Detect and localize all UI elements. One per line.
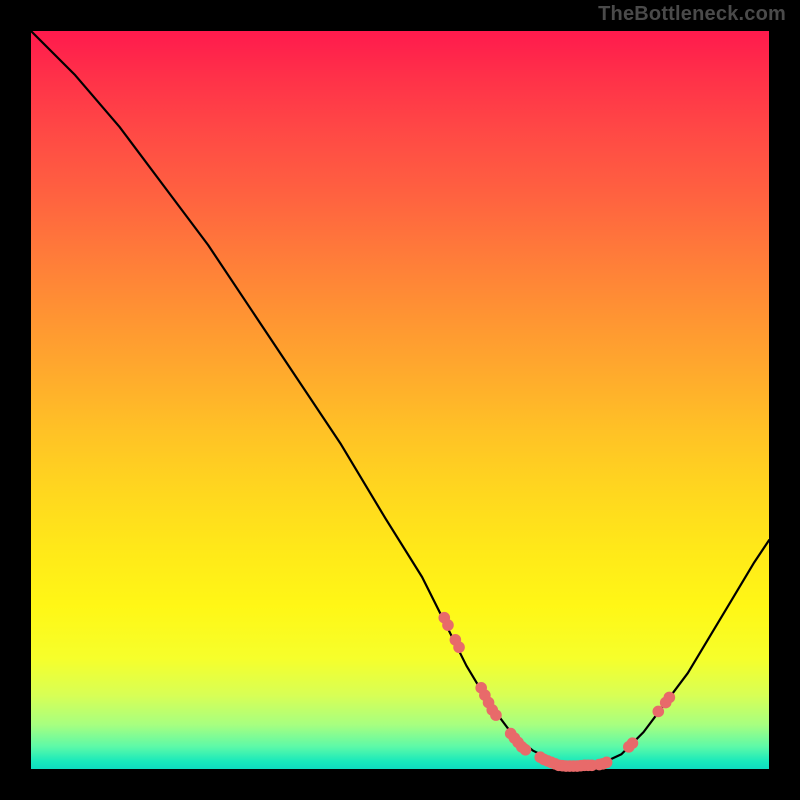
highlight-points	[438, 612, 675, 772]
highlight-point	[442, 619, 454, 631]
highlight-point	[490, 709, 502, 721]
plot-area	[31, 31, 769, 769]
highlight-point	[520, 744, 532, 756]
highlight-point	[664, 692, 676, 704]
highlight-point	[601, 757, 613, 769]
chart-canvas: TheBottleneck.com	[0, 0, 800, 800]
curve-overlay	[31, 31, 769, 769]
watermark-text: TheBottleneck.com	[598, 3, 786, 26]
highlight-point	[653, 706, 665, 718]
bottleneck-curve	[31, 31, 769, 766]
highlight-point	[453, 641, 465, 653]
highlight-point	[627, 737, 639, 749]
